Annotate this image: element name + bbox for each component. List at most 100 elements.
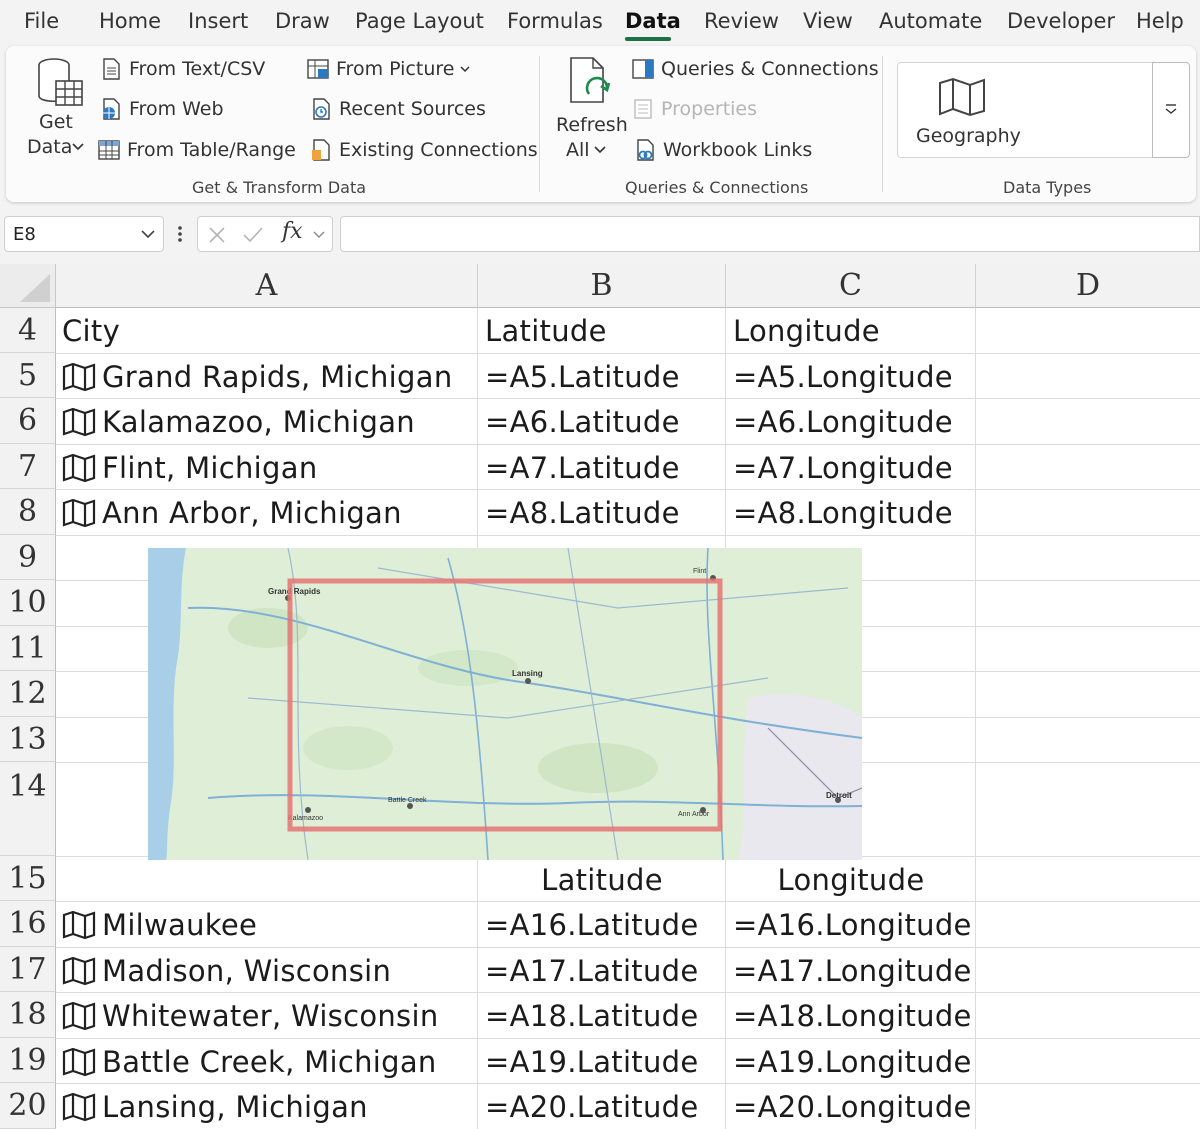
- from-table-range-label: From Table/Range: [127, 139, 296, 161]
- map-label: Battle Creek: [388, 797, 427, 804]
- cell-city[interactable]: Battle Creek, Michigan: [62, 1039, 437, 1084]
- column-header-b[interactable]: B: [478, 264, 726, 308]
- map-label: Flint: [693, 568, 706, 575]
- group-label-get-transform: Get & Transform Data: [192, 178, 367, 197]
- from-table-range-button[interactable]: From Table/Range: [98, 139, 296, 161]
- insert-function-button[interactable]: fx: [282, 219, 303, 244]
- cell-longitude[interactable]: =A6.Longitude: [733, 399, 953, 444]
- existing-connections-icon: [312, 139, 330, 161]
- select-all-corner[interactable]: [0, 264, 56, 308]
- cell-latitude[interactable]: =A5.Latitude: [485, 354, 680, 399]
- row-header[interactable]: 18: [0, 992, 56, 1038]
- cell-latitude[interactable]: =A7.Latitude: [485, 445, 680, 490]
- row-header[interactable]: 15: [0, 856, 56, 901]
- from-picture-button[interactable]: From Picture: [307, 58, 470, 80]
- row-header[interactable]: 9: [0, 535, 56, 580]
- chevron-down-icon: [460, 65, 470, 72]
- column-header-d[interactable]: D: [976, 264, 1200, 308]
- row-header[interactable]: 7: [0, 444, 56, 489]
- database-icon: [38, 58, 83, 106]
- row-header[interactable]: 10: [0, 580, 56, 626]
- menu-insert[interactable]: Insert: [188, 9, 248, 33]
- row-header[interactable]: 8: [0, 489, 56, 535]
- menu-automate[interactable]: Automate: [879, 9, 982, 33]
- properties-button[interactable]: Properties: [632, 98, 757, 120]
- column-header-c[interactable]: C: [726, 264, 976, 308]
- cell-longitude[interactable]: =A16.Longitude: [733, 902, 972, 947]
- cell-longitude[interactable]: =A17.Longitude: [733, 948, 972, 993]
- menu-help[interactable]: Help: [1136, 9, 1184, 33]
- recent-sources-button[interactable]: Recent Sources: [310, 98, 486, 120]
- queries-connections-button[interactable]: Queries & Connections: [632, 58, 879, 80]
- cell-city[interactable]: Madison, Wisconsin: [62, 948, 391, 993]
- cell-c15[interactable]: Longitude: [726, 857, 976, 902]
- workbook-links-label: Workbook Links: [663, 139, 813, 161]
- workbook-links-button[interactable]: Workbook Links: [634, 139, 812, 161]
- group-label-data-types: Data Types: [1003, 178, 1092, 197]
- row-header[interactable]: 14: [0, 762, 56, 856]
- menu-review[interactable]: Review: [704, 9, 779, 33]
- cell-latitude[interactable]: =A17.Latitude: [485, 948, 699, 993]
- name-box[interactable]: E8: [4, 216, 164, 252]
- cell-b15[interactable]: Latitude: [478, 857, 726, 902]
- enter-check-icon[interactable]: [242, 226, 264, 244]
- row-header[interactable]: 5: [0, 353, 56, 398]
- from-web-button[interactable]: From Web: [100, 98, 224, 120]
- existing-connections-button[interactable]: Existing Connections: [310, 139, 538, 161]
- row-header[interactable]: 13: [0, 717, 56, 762]
- cell-city[interactable]: Flint, Michigan: [62, 445, 318, 490]
- map-picture[interactable]: Grand Rapids Lansing Detroit Ann Arbor K…: [148, 548, 862, 860]
- cell-longitude[interactable]: =A5.Longitude: [733, 354, 953, 399]
- row-header[interactable]: 12: [0, 671, 56, 717]
- from-text-csv-button[interactable]: From Text/CSV: [100, 58, 265, 80]
- menu-formulas[interactable]: Formulas: [507, 9, 603, 33]
- cell-latitude[interactable]: =A8.Latitude: [485, 490, 680, 535]
- more-options-icon[interactable]: [176, 224, 184, 244]
- cell-b4[interactable]: Latitude: [485, 308, 607, 353]
- cell-city[interactable]: Grand Rapids, Michigan: [62, 354, 453, 399]
- city-name: Madison, Wisconsin: [102, 953, 392, 988]
- cell-longitude[interactable]: =A8.Longitude: [733, 490, 953, 535]
- queries-panel-icon: [632, 59, 654, 79]
- row-header[interactable]: 11: [0, 626, 56, 671]
- row-header[interactable]: 19: [0, 1038, 56, 1083]
- cell-longitude[interactable]: =A20.Longitude: [733, 1084, 972, 1129]
- cell-latitude[interactable]: =A20.Latitude: [485, 1084, 699, 1129]
- cell-city[interactable]: Kalamazoo, Michigan: [62, 399, 415, 444]
- cell-longitude[interactable]: =A19.Longitude: [733, 1039, 972, 1084]
- menu-developer[interactable]: Developer: [1007, 9, 1115, 33]
- cell-latitude[interactable]: =A18.Latitude: [485, 993, 699, 1038]
- cell-city[interactable]: Milwaukee: [62, 902, 257, 947]
- cell-latitude[interactable]: =A6.Latitude: [485, 399, 680, 444]
- row-header[interactable]: 4: [0, 308, 56, 353]
- menu-draw[interactable]: Draw: [275, 9, 330, 33]
- city-name: Whitewater, Wisconsin: [102, 998, 439, 1033]
- menu-view[interactable]: View: [803, 9, 853, 33]
- row-header[interactable]: 6: [0, 398, 56, 444]
- cancel-icon[interactable]: [208, 226, 226, 244]
- menu-page-layout[interactable]: Page Layout: [355, 9, 484, 33]
- row-header[interactable]: 16: [0, 901, 56, 947]
- recent-sources-label: Recent Sources: [339, 98, 486, 120]
- cell-a4[interactable]: City: [62, 308, 120, 353]
- menu-home[interactable]: Home: [99, 9, 161, 33]
- formula-input[interactable]: [340, 216, 1200, 252]
- cell-city[interactable]: Whitewater, Wisconsin: [62, 993, 439, 1038]
- column-header-a[interactable]: A: [56, 264, 478, 308]
- row-header[interactable]: 17: [0, 947, 56, 992]
- map-label: Grand Rapids: [268, 587, 321, 596]
- geography-data-type-button[interactable]: Geography: [897, 62, 1153, 158]
- cell-latitude[interactable]: =A16.Latitude: [485, 902, 699, 947]
- data-types-more-button[interactable]: [1152, 62, 1190, 158]
- cell-longitude[interactable]: =A7.Longitude: [733, 445, 953, 490]
- menu-data[interactable]: Data: [625, 9, 681, 33]
- cell-latitude[interactable]: =A19.Latitude: [485, 1039, 699, 1084]
- cell-city[interactable]: Ann Arbor, Michigan: [62, 490, 402, 535]
- cell-c4[interactable]: Longitude: [733, 308, 880, 353]
- menu-file[interactable]: File: [24, 9, 59, 33]
- cell-city[interactable]: Lansing, Michigan: [62, 1084, 368, 1129]
- select-all-icon: [20, 274, 50, 302]
- row-header[interactable]: 20: [0, 1083, 56, 1129]
- cell-longitude[interactable]: =A18.Longitude: [733, 993, 972, 1038]
- grid-line: [56, 535, 1200, 536]
